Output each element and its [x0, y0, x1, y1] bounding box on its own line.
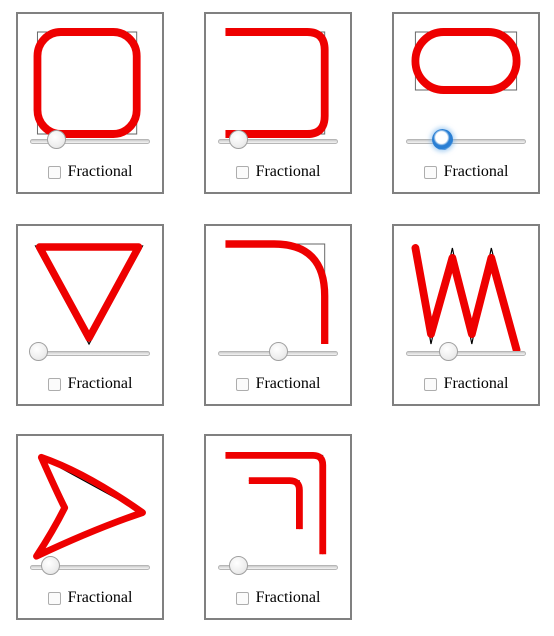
slider-track[interactable] — [406, 351, 526, 356]
slider-thumb[interactable] — [29, 342, 49, 361]
slider-row — [18, 556, 162, 578]
fractional-checkbox[interactable] — [235, 591, 249, 605]
fractional-label: Fractional — [67, 589, 133, 606]
shape-canvas-dart — [18, 436, 162, 564]
radius-slider[interactable] — [218, 556, 338, 578]
panel-single-corner: Fractional — [204, 224, 352, 406]
fractional-checkbox-row[interactable]: Fractional — [206, 372, 350, 396]
panel-nested-corners: Fractional — [204, 434, 352, 620]
slider-track[interactable] — [30, 351, 150, 356]
fractional-checkbox[interactable] — [47, 377, 61, 391]
fractional-label: Fractional — [255, 375, 321, 392]
slider-thumb[interactable] — [41, 556, 61, 575]
panel-rounded-rectangle: Fractional — [392, 12, 540, 194]
radius-slider[interactable] — [30, 130, 150, 152]
fractional-checkbox-row[interactable]: Fractional — [394, 160, 538, 184]
fractional-label: Fractional — [67, 375, 133, 392]
radius-slider[interactable] — [30, 556, 150, 578]
fractional-label: Fractional — [443, 375, 509, 392]
fractional-checkbox[interactable] — [423, 377, 437, 391]
slider-thumb[interactable] — [432, 129, 453, 150]
shape-canvas-zigzag — [394, 226, 538, 354]
radius-slider[interactable] — [218, 130, 338, 152]
shape-canvas-nested-corners — [206, 436, 350, 564]
panel-open-c-shape: Fractional — [204, 12, 352, 194]
slider-row — [206, 342, 350, 364]
fractional-checkbox-row[interactable]: Fractional — [18, 586, 162, 610]
radius-slider[interactable] — [29, 342, 150, 364]
fractional-checkbox-row[interactable]: Fractional — [206, 586, 350, 610]
panel-grid: Fractional Fractional Fractional Fractio… — [0, 0, 554, 636]
slider-track[interactable] — [406, 139, 526, 144]
fractional-checkbox[interactable] — [47, 165, 61, 179]
slider-thumb[interactable] — [439, 342, 458, 361]
fractional-label: Fractional — [443, 163, 509, 180]
slider-thumb[interactable] — [269, 342, 288, 361]
fractional-label: Fractional — [255, 589, 321, 606]
shape-canvas-triangle — [18, 226, 162, 354]
fractional-checkbox[interactable] — [235, 377, 249, 391]
fractional-label: Fractional — [67, 163, 133, 180]
slider-row — [206, 556, 350, 578]
shape-canvas-single-corner — [206, 226, 350, 354]
radius-slider[interactable] — [218, 342, 338, 364]
slider-row — [206, 130, 350, 152]
slider-row — [394, 342, 538, 364]
fractional-checkbox-row[interactable]: Fractional — [18, 160, 162, 184]
shape-canvas-rounded-square — [18, 14, 162, 142]
slider-thumb[interactable] — [229, 130, 249, 149]
fractional-checkbox[interactable] — [47, 591, 61, 605]
fractional-checkbox[interactable] — [423, 165, 437, 179]
shape-canvas-rounded-rectangle — [394, 14, 538, 142]
fractional-checkbox[interactable] — [235, 165, 249, 179]
fractional-checkbox-row[interactable]: Fractional — [206, 160, 350, 184]
panel-triangle: Fractional — [16, 224, 164, 406]
slider-row — [18, 130, 162, 152]
fractional-checkbox-row[interactable]: Fractional — [394, 372, 538, 396]
radius-slider[interactable] — [406, 342, 526, 364]
fractional-checkbox-row[interactable]: Fractional — [18, 372, 162, 396]
panel-dart: Fractional — [16, 434, 164, 620]
slider-thumb[interactable] — [229, 556, 249, 575]
slider-thumb[interactable] — [47, 130, 67, 149]
panel-rounded-square: Fractional — [16, 12, 164, 194]
radius-slider[interactable] — [406, 129, 526, 152]
fractional-label: Fractional — [255, 163, 321, 180]
shape-canvas-open-c-shape — [206, 14, 350, 142]
slider-row — [18, 342, 162, 364]
slider-row — [394, 129, 538, 152]
panel-zigzag: Fractional — [392, 224, 540, 406]
